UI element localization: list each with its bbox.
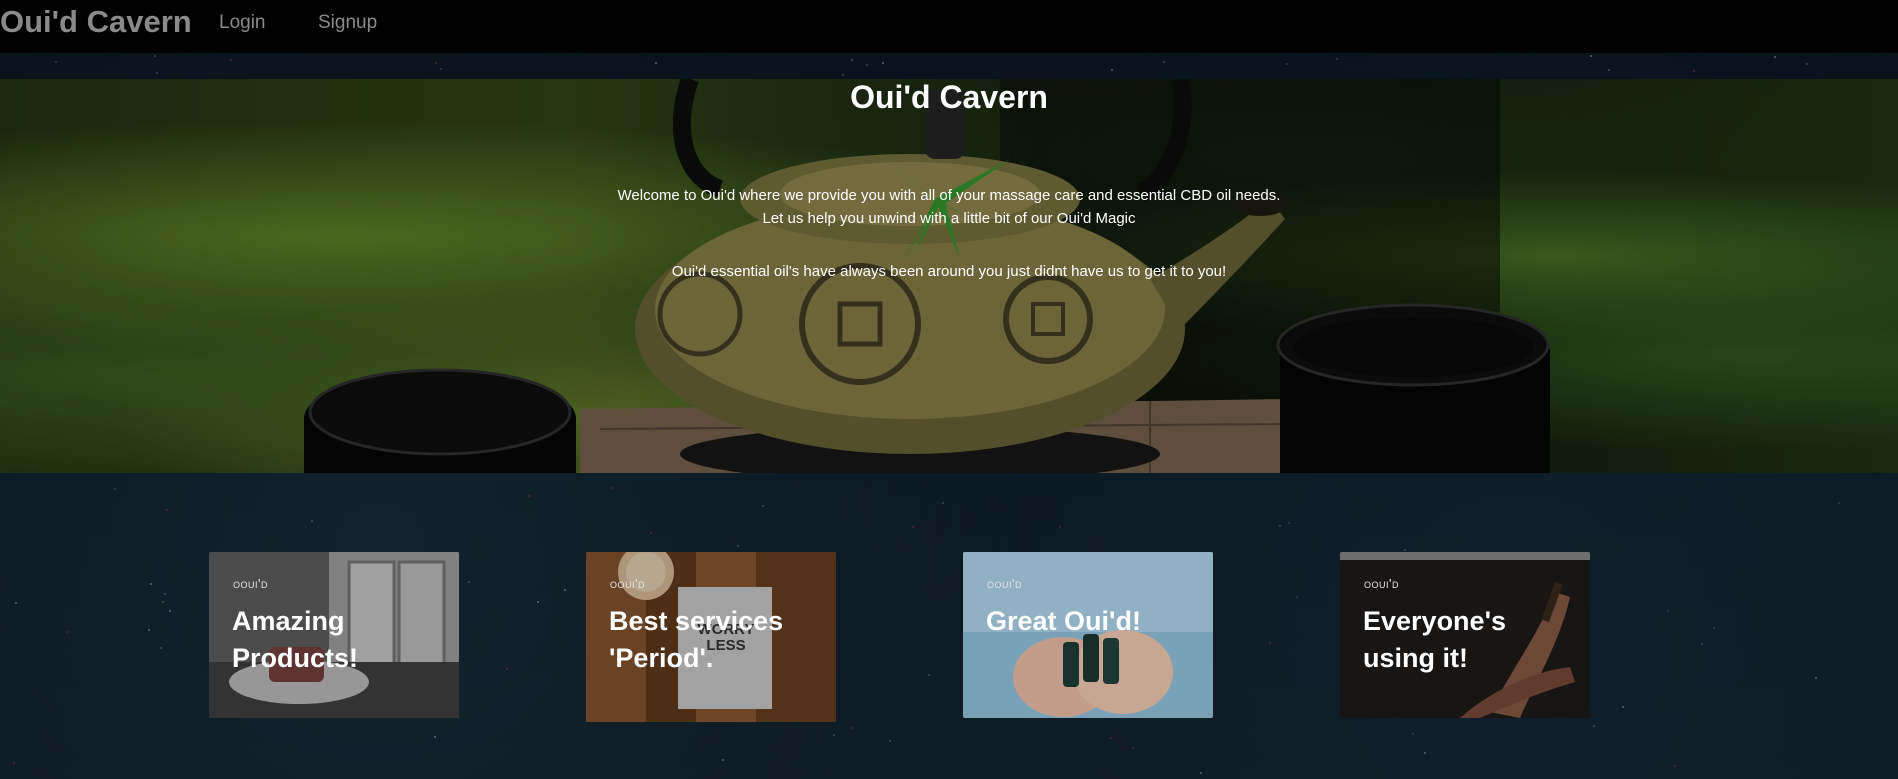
background-speck	[1815, 677, 1817, 679]
background-speck	[1713, 627, 1715, 629]
background-speck	[1774, 56, 1776, 58]
background-speck	[13, 762, 15, 764]
nav-signup-link[interactable]: Signup	[318, 12, 377, 34]
background-speck	[1279, 525, 1281, 527]
background-speck	[114, 488, 116, 490]
background-speck	[1622, 706, 1624, 708]
card-title: Everyone's using it!	[1363, 606, 1507, 673]
hero-banner: Oui'd Cavern Welcome to Oui'd where we p…	[0, 79, 1898, 473]
background-speck	[166, 509, 168, 511]
background-speck	[311, 520, 313, 522]
hero-oils-text: Oui'd essential oil's have always been a…	[671, 263, 1227, 280]
background-speck	[655, 62, 657, 64]
background-speck	[1806, 63, 1808, 65]
background-speck	[1404, 549, 1406, 551]
background-speck	[1424, 752, 1426, 754]
background-speck	[55, 61, 57, 63]
hero-title: Oui'd Cavern	[850, 79, 1048, 115]
background-speck	[1200, 772, 1202, 774]
card-brand: ooui'd	[233, 576, 268, 591]
card-title: Great Oui'd!	[986, 606, 1141, 636]
background-speck	[1590, 55, 1592, 57]
background-speck	[851, 59, 853, 61]
background-speck	[1059, 526, 1061, 528]
background-speck	[1296, 596, 1298, 598]
background-speck	[160, 647, 162, 649]
background-speck	[66, 631, 68, 633]
background-speck	[1336, 58, 1338, 60]
background-speck	[866, 64, 868, 66]
background-speck	[1269, 642, 1271, 644]
background-speck	[15, 602, 17, 604]
background-speck	[650, 532, 652, 534]
brand-link[interactable]: Oui'd Cavern	[0, 4, 192, 40]
background-speck	[162, 601, 164, 603]
navbar: Oui'd Cavern Login Signup	[0, 0, 1898, 53]
background-speck	[889, 740, 891, 742]
background-speck	[506, 668, 508, 670]
background-speck	[154, 55, 156, 57]
background-speck	[169, 610, 171, 612]
card-brand: ooui'd	[610, 576, 645, 591]
background-speck	[1838, 502, 1840, 504]
background-speck	[722, 759, 724, 761]
background-speck	[537, 601, 539, 603]
background-speck	[762, 505, 764, 507]
background-speck	[150, 583, 152, 585]
background-speck	[1111, 69, 1113, 71]
background-speck	[1110, 737, 1112, 739]
background-speck	[468, 581, 470, 583]
background-speck	[1667, 610, 1669, 612]
background-speck	[942, 502, 944, 504]
nav-login-link[interactable]: Login	[219, 12, 266, 34]
feature-card-products[interactable]: ooui'd Amazing Products!	[209, 552, 459, 718]
background-speck	[230, 59, 232, 61]
hero-welcome-text: Welcome to Oui'd where we provide you wi…	[617, 187, 1281, 204]
background-speck	[440, 68, 442, 70]
background-speck	[435, 62, 437, 64]
card-brand: ooui'd	[987, 576, 1022, 591]
background-speck	[164, 593, 166, 595]
feature-card-services[interactable]: WORRY LESS ooui'd Best services 'Period'…	[586, 552, 836, 722]
background-speck	[1286, 63, 1288, 65]
background-speck	[611, 487, 613, 489]
background-speck	[842, 74, 844, 76]
background-speck	[928, 674, 930, 676]
card-title: Best services 'Period'.	[609, 606, 784, 673]
card-brand: ooui'd	[1364, 576, 1399, 591]
background-speck	[564, 589, 566, 591]
background-speck	[882, 62, 884, 64]
feature-card-everyone[interactable]: ooui'd Everyone's using it!	[1340, 552, 1590, 718]
background-speck	[1674, 765, 1676, 767]
background-speck	[434, 736, 436, 738]
background-speck	[1693, 70, 1695, 72]
background-speck	[1288, 522, 1290, 524]
background-speck	[1593, 725, 1595, 727]
background-speck	[1163, 61, 1165, 63]
background-speck	[156, 72, 158, 74]
background-speck	[737, 545, 739, 547]
background-speck	[528, 495, 530, 497]
feature-card-great-ouid[interactable]: ooui'd Great Oui'd!	[963, 552, 1213, 718]
background-speck	[833, 734, 835, 736]
background-speck	[1132, 747, 1134, 749]
background-speck	[1701, 643, 1703, 645]
background-speck	[912, 526, 914, 528]
card-title: Amazing Products!	[232, 606, 359, 673]
background-speck	[851, 727, 853, 729]
hero-unwind-text: Let us help you unwind with a little bit…	[762, 210, 1136, 227]
background-speck	[1608, 69, 1610, 71]
background-speck	[1412, 733, 1414, 735]
background-speck	[148, 629, 150, 631]
